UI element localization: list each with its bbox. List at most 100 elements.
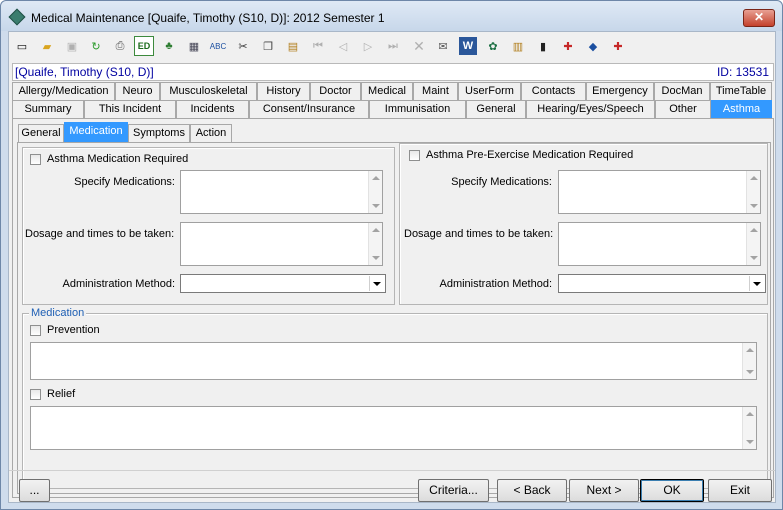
- edit-icon[interactable]: ED: [134, 36, 154, 56]
- calculator-icon[interactable]: ▦: [185, 37, 203, 55]
- excel-icon[interactable]: ✿: [484, 37, 502, 55]
- button-bar: ... Criteria... < Back Next > OK Exit: [9, 470, 775, 502]
- pre-exercise-medication-required-checkbox[interactable]: [409, 150, 420, 161]
- more-button[interactable]: ...: [19, 479, 50, 502]
- tab-emergency[interactable]: Emergency: [586, 82, 654, 100]
- scroll-up-icon[interactable]: [372, 176, 380, 180]
- specify-medications-field[interactable]: [180, 170, 383, 214]
- previous-record-icon[interactable]: ◁: [334, 37, 352, 55]
- tab-incidents[interactable]: Incidents: [176, 100, 249, 118]
- scroll-up-icon[interactable]: [372, 228, 380, 232]
- scroll-down-icon[interactable]: [746, 370, 754, 374]
- tag-icon[interactable]: ◆: [584, 37, 602, 55]
- relief-checkbox[interactable]: [30, 389, 41, 400]
- pre-exercise-administration-method-select[interactable]: [558, 274, 766, 293]
- save-icon[interactable]: ▣: [63, 37, 81, 55]
- paste-icon[interactable]: ▤: [284, 37, 302, 55]
- tab-this-incident[interactable]: This Incident: [84, 100, 176, 118]
- medication-group: Medication Prevention Relief: [22, 307, 768, 489]
- next-record-icon[interactable]: ▷: [359, 37, 377, 55]
- open-folder-icon[interactable]: ▰: [38, 37, 56, 55]
- client-area: ▭ ▰ ▣ ↻ ⎙ ED ♣ ▦ ABC ✂ ❐ ▤ ⏮ ◁ ▷ ⏭ ✕ ✉ W…: [8, 31, 776, 503]
- tab-maint[interactable]: Maint: [413, 82, 458, 100]
- app-icon: [8, 8, 26, 26]
- exit-button[interactable]: Exit: [708, 479, 772, 502]
- subtab-medication[interactable]: Medication: [64, 122, 128, 142]
- tree-icon[interactable]: ♣: [160, 37, 178, 55]
- word-icon[interactable]: W: [459, 37, 477, 55]
- chevron-down-icon[interactable]: [749, 276, 764, 291]
- tab-hearing-eyes-speech[interactable]: Hearing/Eyes/Speech: [526, 100, 655, 118]
- tab-musculoskeletal[interactable]: Musculoskeletal: [160, 82, 257, 100]
- print-icon[interactable]: ⎙: [111, 37, 129, 55]
- scroll-down-icon[interactable]: [750, 256, 758, 260]
- tab-asthma[interactable]: Asthma: [711, 100, 772, 118]
- tab-doctor[interactable]: Doctor: [310, 82, 361, 100]
- subtab-general[interactable]: General: [18, 124, 64, 142]
- dosage-label: Dosage and times to be taken:: [25, 228, 175, 240]
- tab-consent-insurance[interactable]: Consent/Insurance: [249, 100, 369, 118]
- subtab-symptoms[interactable]: Symptoms: [128, 124, 190, 142]
- subtab-action[interactable]: Action: [190, 124, 232, 142]
- scroll-up-icon[interactable]: [746, 348, 754, 352]
- administration-method-select[interactable]: [180, 274, 386, 293]
- ok-button[interactable]: OK: [640, 479, 704, 502]
- pre-exercise-specify-scrollbar[interactable]: [746, 171, 760, 213]
- medical-kit-icon[interactable]: ✚: [559, 37, 577, 55]
- pre-exercise-dosage-label: Dosage and times to be taken:: [404, 228, 554, 240]
- scroll-down-icon[interactable]: [750, 204, 758, 208]
- pre-exercise-specify-medications-field[interactable]: [558, 170, 761, 214]
- tab-summary[interactable]: Summary: [12, 100, 84, 118]
- pre-exercise-dosage-field[interactable]: [558, 222, 761, 266]
- tab-medical[interactable]: Medical: [361, 82, 413, 100]
- tab-other[interactable]: Other: [655, 100, 711, 118]
- patient-id: ID: 13531: [716, 65, 769, 79]
- scroll-up-icon[interactable]: [746, 412, 754, 416]
- scroll-down-icon[interactable]: [372, 256, 380, 260]
- tab-contacts[interactable]: Contacts: [521, 82, 586, 100]
- prevention-field[interactable]: [30, 342, 757, 380]
- dosage-scrollbar[interactable]: [368, 223, 382, 265]
- relief-field[interactable]: [30, 406, 757, 450]
- tab-history[interactable]: History: [257, 82, 310, 100]
- clipboard-icon[interactable]: ▥: [509, 37, 527, 55]
- relief-scrollbar[interactable]: [742, 407, 756, 449]
- pre-exercise-dosage-scrollbar[interactable]: [746, 223, 760, 265]
- back-button[interactable]: < Back: [497, 479, 567, 502]
- specify-medications-scrollbar[interactable]: [368, 171, 382, 213]
- tab-neuro[interactable]: Neuro: [115, 82, 160, 100]
- patient-bar: [Quaife, Timothy (S10, D)] ID: 13531: [12, 63, 774, 81]
- tab-general[interactable]: General: [466, 100, 526, 118]
- prevention-checkbox[interactable]: [30, 325, 41, 336]
- chevron-down-icon[interactable]: [369, 276, 384, 291]
- next-button[interactable]: Next >: [569, 479, 639, 502]
- tab-timetable[interactable]: TimeTable: [710, 82, 772, 100]
- tab-allergy-medication[interactable]: Allergy/Medication: [12, 82, 115, 100]
- asthma-medication-required-checkbox[interactable]: [30, 154, 41, 165]
- tab-immunisation[interactable]: Immunisation: [369, 100, 466, 118]
- delete-icon[interactable]: ✕: [410, 37, 428, 55]
- close-button[interactable]: ✕: [743, 9, 775, 27]
- last-record-icon[interactable]: ⏭: [384, 37, 402, 55]
- prevention-label: Prevention: [47, 324, 100, 336]
- first-record-icon[interactable]: ⏮: [309, 37, 327, 55]
- add-note-icon[interactable]: ✚: [609, 37, 627, 55]
- cut-icon[interactable]: ✂: [234, 37, 252, 55]
- barcode-icon[interactable]: ▮: [534, 37, 552, 55]
- tab-docman[interactable]: DocMan: [654, 82, 710, 100]
- scroll-down-icon[interactable]: [746, 440, 754, 444]
- scroll-up-icon[interactable]: [750, 176, 758, 180]
- spellcheck-icon[interactable]: ABC: [209, 37, 227, 55]
- scroll-up-icon[interactable]: [750, 228, 758, 232]
- refresh-icon[interactable]: ↻: [87, 37, 105, 55]
- dosage-field[interactable]: [180, 222, 383, 266]
- criteria-button[interactable]: Criteria...: [418, 479, 489, 502]
- prevention-scrollbar[interactable]: [742, 343, 756, 379]
- new-document-icon[interactable]: ▭: [13, 37, 31, 55]
- tab-userform[interactable]: UserForm: [458, 82, 521, 100]
- email-icon[interactable]: ✉: [434, 37, 452, 55]
- copy-icon[interactable]: ❐: [259, 37, 277, 55]
- toolbar: ▭ ▰ ▣ ↻ ⎙ ED ♣ ▦ ABC ✂ ❐ ▤ ⏮ ◁ ▷ ⏭ ✕ ✉ W…: [9, 32, 775, 60]
- window-title: Medical Maintenance [Quaife, Timothy (S1…: [31, 11, 385, 25]
- scroll-down-icon[interactable]: [372, 204, 380, 208]
